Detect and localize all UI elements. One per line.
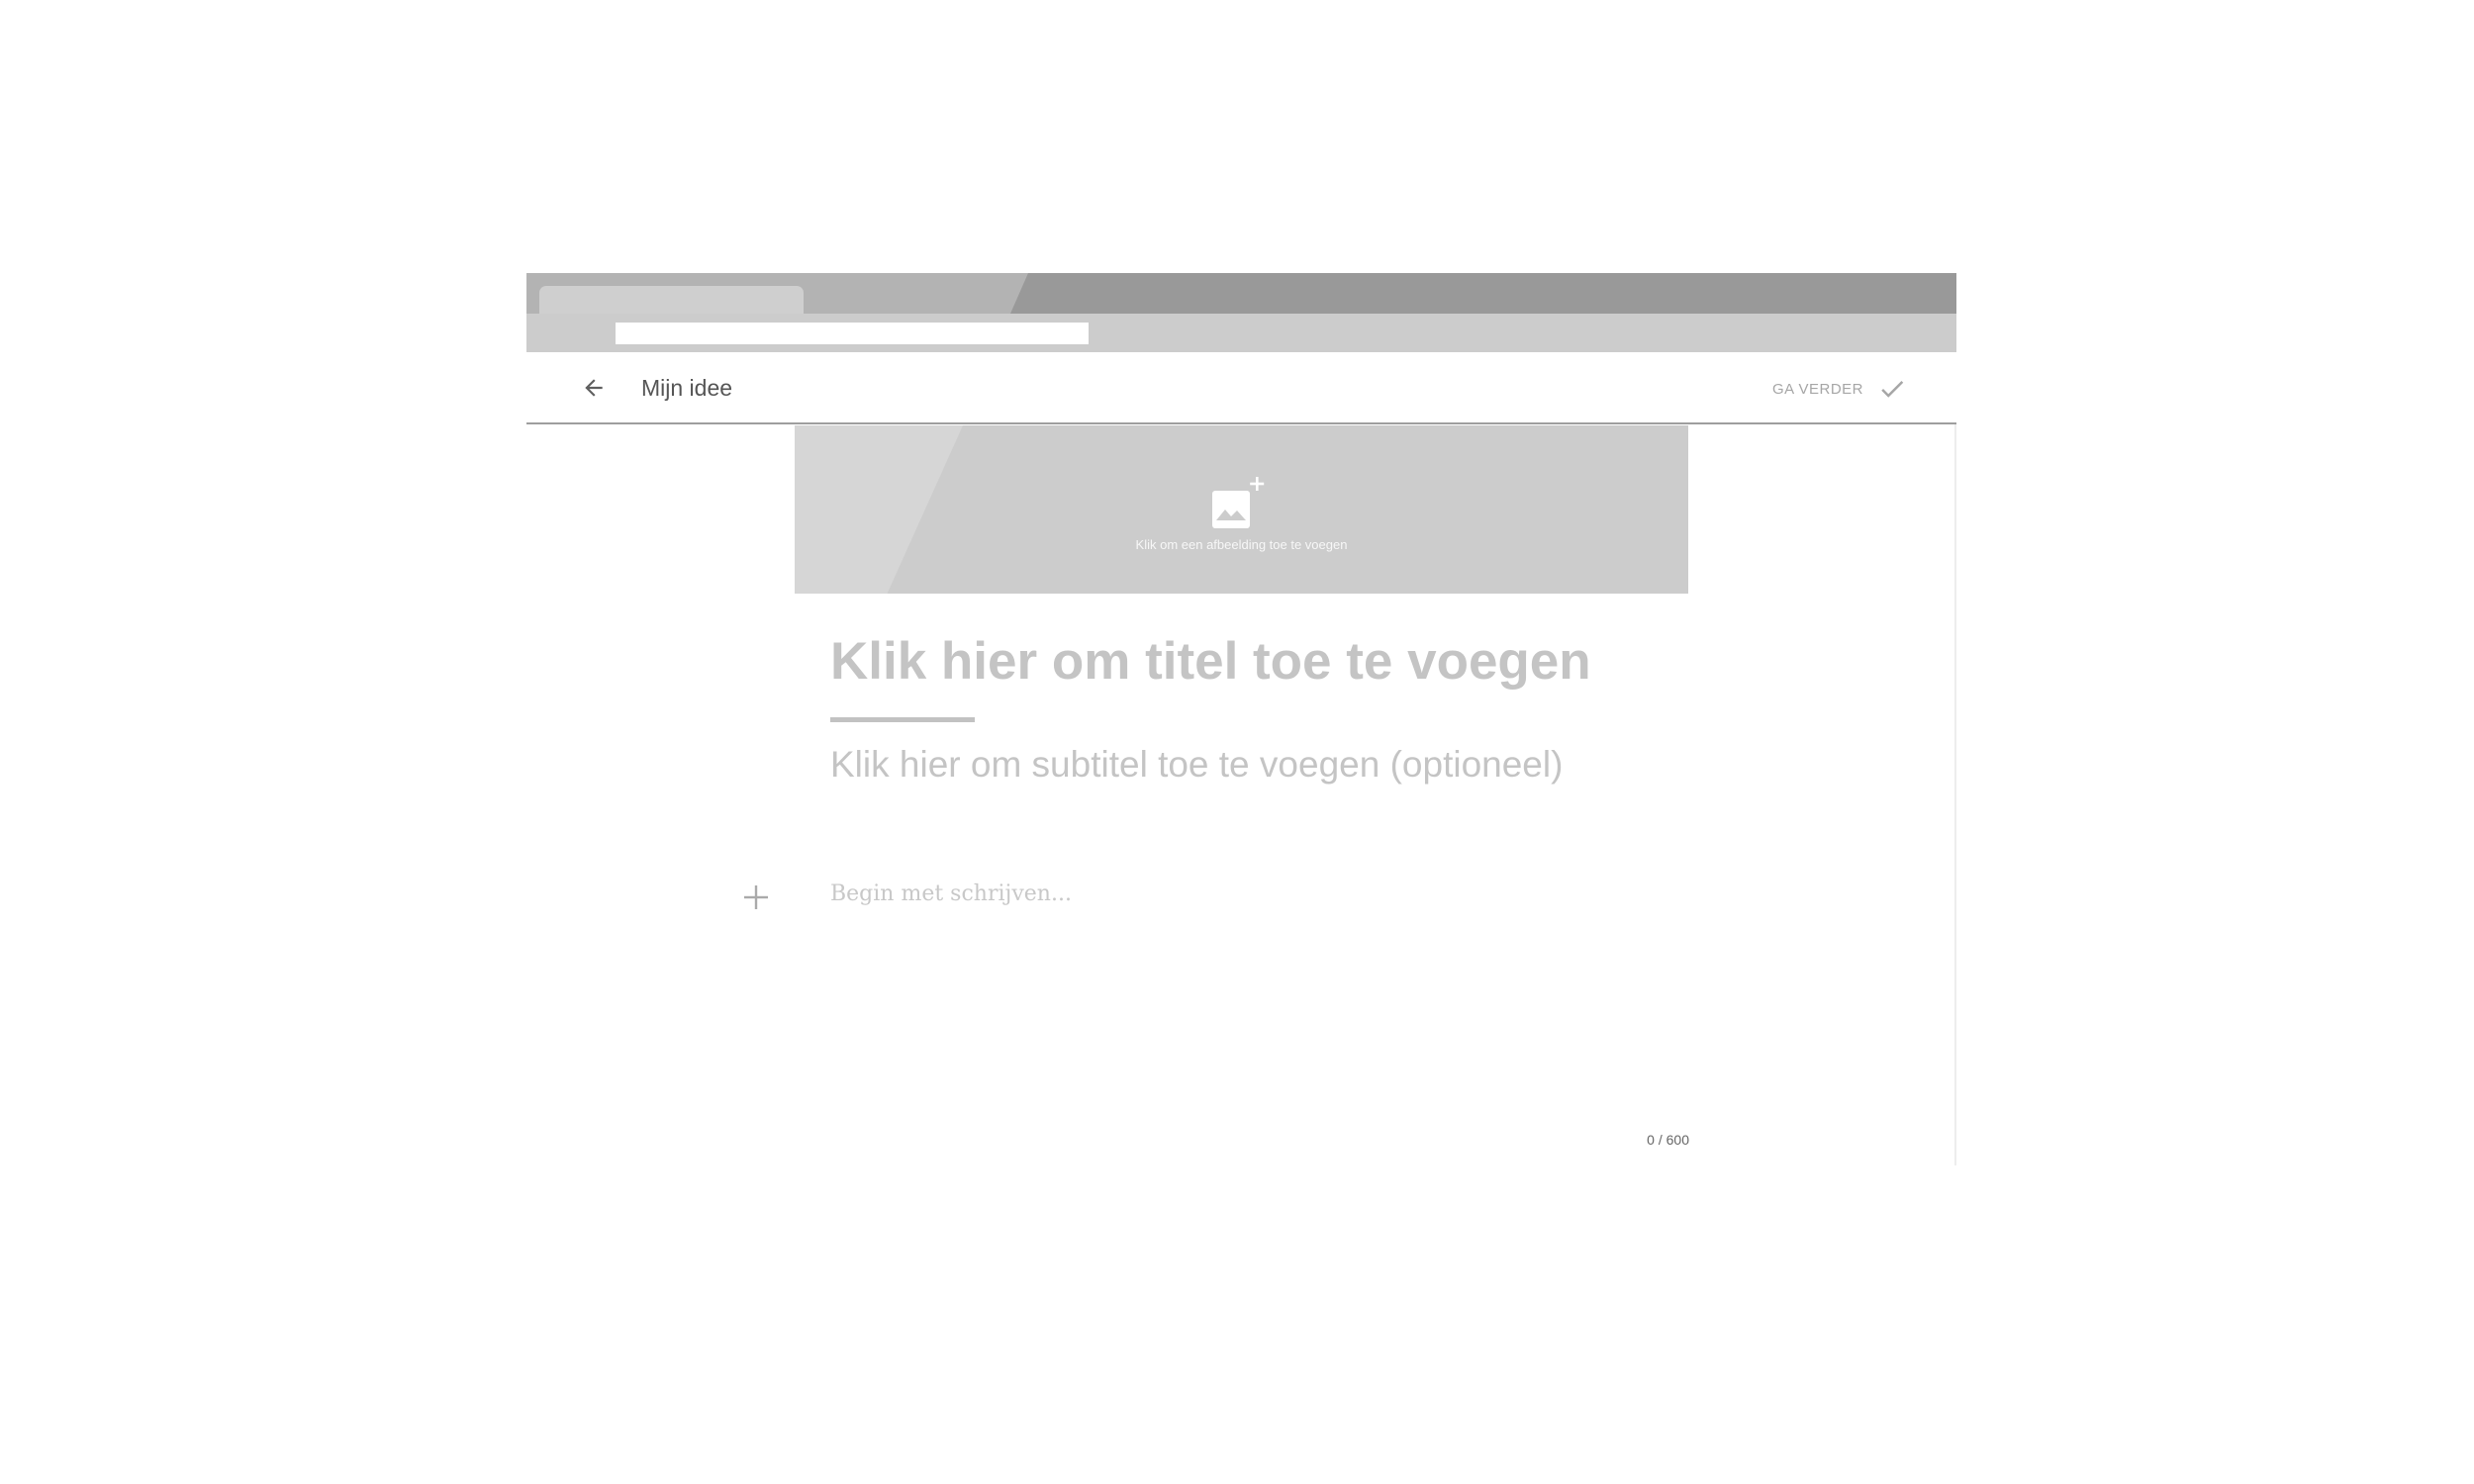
address-bar[interactable] bbox=[616, 323, 1089, 344]
image-upload-area[interactable]: Klik om een afbeelding toe te voegen bbox=[795, 425, 1688, 594]
browser-chrome bbox=[526, 273, 1956, 352]
editor-border bbox=[1954, 424, 1956, 1165]
image-upload-label: Klik om een afbeelding toe te voegen bbox=[1135, 537, 1348, 552]
continue-button[interactable]: GA VERDER bbox=[1772, 372, 1907, 406]
browser-tab[interactable] bbox=[539, 286, 804, 314]
arrow-left-icon bbox=[585, 379, 603, 397]
plus-icon bbox=[744, 885, 768, 909]
browser-window: Mijn idee GA VERDER Klik om een afbeeldi… bbox=[526, 273, 1956, 1165]
checkmark-icon bbox=[1881, 380, 1904, 398]
image-area-highlight bbox=[795, 425, 963, 594]
page-title: Mijn idee bbox=[641, 375, 733, 401]
body-input[interactable]: Begin met schrijven... bbox=[830, 881, 1072, 906]
tab-strip-shade bbox=[1010, 273, 1956, 314]
subtitle-input[interactable]: Klik hier om subtitel toe te voegen (opt… bbox=[830, 744, 1563, 786]
character-counter: 0 / 600 bbox=[1647, 1132, 1689, 1148]
continue-label: GA VERDER bbox=[1771, 380, 1863, 398]
add-photo-icon bbox=[1212, 477, 1265, 528]
title-underline bbox=[830, 717, 975, 722]
title-input[interactable]: Klik hier om titel toe te voegen bbox=[830, 631, 1591, 692]
app-header: Mijn idee GA VERDER bbox=[526, 352, 1956, 424]
back-button[interactable] bbox=[576, 370, 612, 406]
add-block-button[interactable] bbox=[738, 880, 774, 915]
